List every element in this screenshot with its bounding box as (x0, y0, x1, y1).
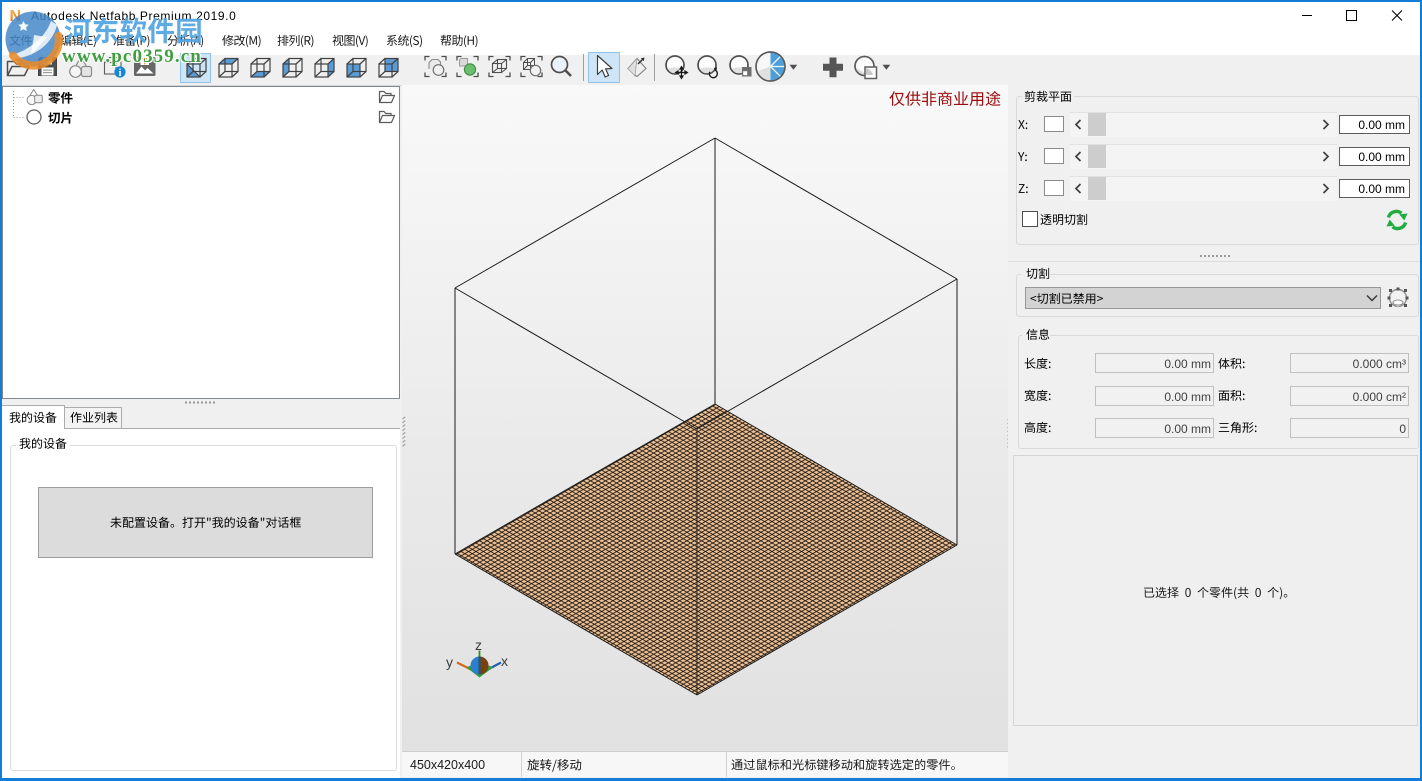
svg-text:i: i (119, 68, 122, 78)
